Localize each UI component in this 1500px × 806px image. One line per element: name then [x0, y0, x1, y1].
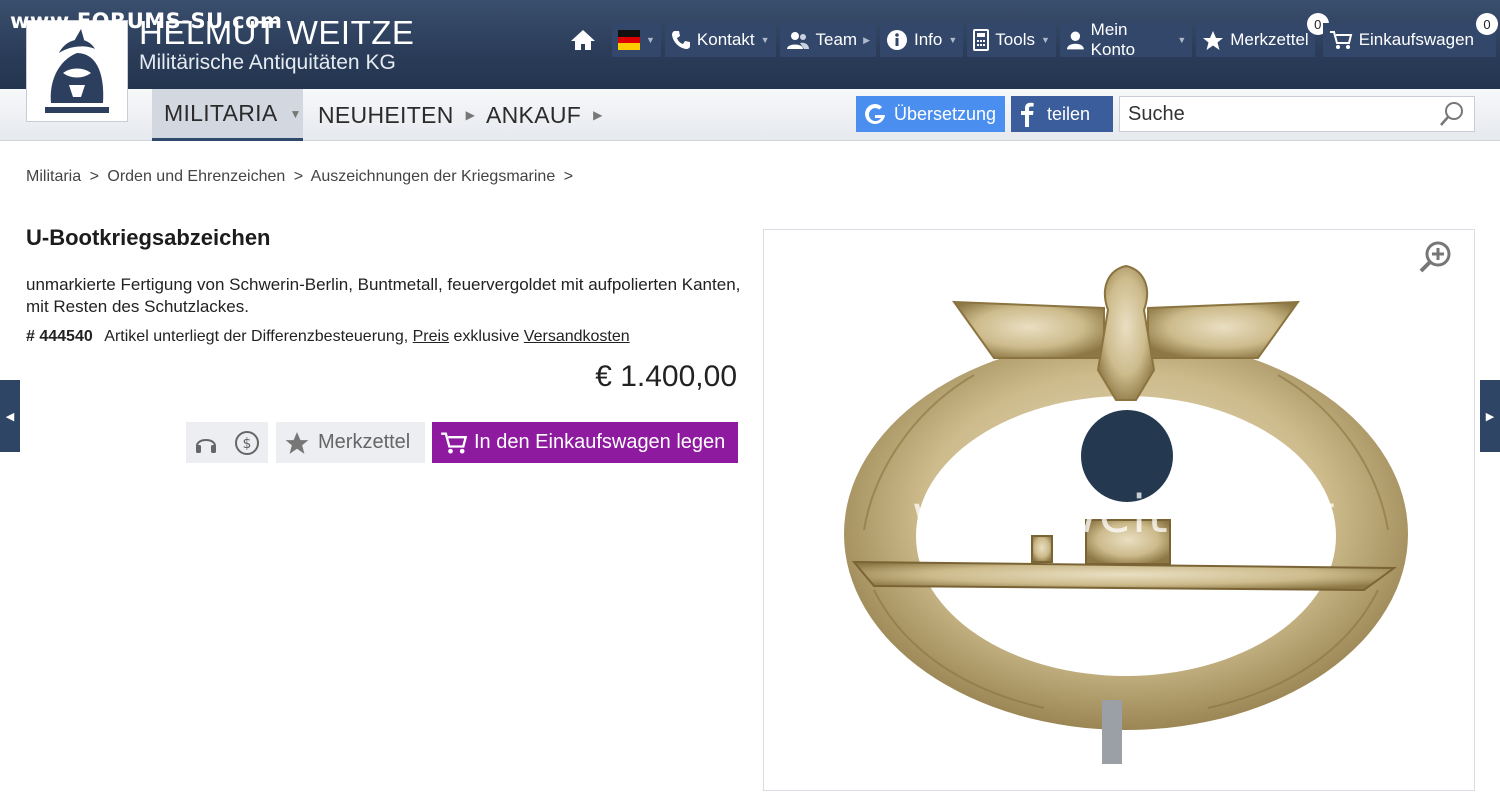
nav-account-label: Mein Konto — [1090, 20, 1136, 59]
home-icon — [571, 30, 595, 50]
search-icon[interactable] — [1438, 100, 1466, 128]
nav-militaria[interactable]: MILITARIA ▼ — [152, 89, 303, 141]
breadcrumb-separator: > — [563, 168, 574, 185]
cart-icon — [1329, 31, 1352, 49]
nav-neuheiten[interactable]: NEUHEITEN ▶ — [318, 89, 475, 141]
exclusive-text: exklusive — [453, 328, 520, 345]
nav-tools-label: Tools — [995, 30, 1035, 49]
product-description: unmarkierte Fertigung von Schwerin-Berli… — [26, 275, 741, 316]
product-title: U-Bootkriegsabzeichen — [26, 225, 271, 250]
nav-contact-label: Kontakt — [696, 30, 755, 49]
info-icon — [887, 30, 907, 50]
breadcrumb-militaria[interactable]: Militaria — [26, 168, 81, 185]
helmet-logo-icon — [29, 23, 125, 119]
nav-wishlist-label: Merkzettel — [1230, 30, 1309, 49]
phone-icon — [671, 31, 690, 49]
cart-count-badge: 0 — [1476, 13, 1498, 35]
brand-subtitle: Militärische Antiquitäten KG — [139, 51, 396, 74]
add-to-cart-button[interactable]: In den Einkaufswagen legen — [432, 422, 738, 463]
price-link[interactable]: Preis — [413, 328, 449, 345]
nav-cart[interactable]: Einkaufswagen 0 — [1322, 13, 1498, 57]
next-product-button[interactable]: ▶ — [1480, 380, 1500, 452]
translate-label: Übersetzung — [894, 103, 997, 124]
chevron-down-icon: ▼ — [948, 35, 958, 45]
chevron-right-icon: ▶ — [465, 108, 476, 122]
search-input[interactable] — [1120, 98, 1438, 130]
chevron-down-icon: ▼ — [760, 35, 770, 45]
google-icon — [865, 104, 885, 124]
breadcrumb-separator: > — [89, 168, 99, 185]
home-button[interactable] — [564, 23, 608, 57]
chevron-down-icon: ▼ — [1177, 35, 1187, 45]
nav-wishlist[interactable]: Merkzettel 0 — [1196, 13, 1329, 57]
headset-icon[interactable] — [194, 432, 218, 454]
chevron-right-icon: ▶ — [593, 108, 603, 122]
nav-tools[interactable]: Tools ▼ — [967, 23, 1056, 57]
team-icon — [786, 32, 809, 49]
star-icon — [1203, 30, 1224, 50]
nav-contact[interactable]: Kontakt ▼ — [664, 23, 776, 57]
chevron-right-icon: ▶ — [863, 34, 870, 45]
main-navigation: MILITARIA ▼ NEUHEITEN ▶ ANKAUF ▶ Überset… — [0, 89, 1500, 141]
chevron-down-icon: ▼ — [646, 35, 655, 45]
image-watermark: www.weitze.net — [912, 485, 1336, 545]
chevron-down-icon: ▼ — [1040, 35, 1050, 45]
previous-product-button[interactable]: ◀ — [0, 380, 20, 452]
breadcrumb-separator: > — [293, 168, 304, 185]
add-to-cart-label: In den Einkaufswagen legen — [474, 431, 726, 453]
translate-button[interactable]: Übersetzung — [856, 96, 1005, 132]
language-selector[interactable]: ▼ — [612, 23, 661, 57]
german-flag-icon — [618, 30, 640, 51]
svg-text:$: $ — [243, 436, 252, 452]
breadcrumb-orden[interactable]: Orden und Ehrenzeichen — [107, 168, 285, 185]
nav-account[interactable]: Mein Konto ▼ — [1059, 20, 1193, 59]
chevron-down-icon: ▼ — [289, 106, 302, 121]
nav-team[interactable]: Team ▶ — [779, 23, 876, 57]
facebook-icon — [1021, 102, 1034, 127]
star-icon — [285, 431, 309, 454]
cart-icon — [441, 432, 468, 453]
share-label: teilen — [1047, 103, 1091, 124]
nav-cart-label: Einkaufswagen — [1358, 30, 1474, 49]
facebook-share-button[interactable]: teilen — [1011, 96, 1113, 132]
top-navigation: ▼ Kontakt ▼ Team ▶ Info ▼ Tools ▼ Mein K… — [564, 13, 1500, 59]
action-icons: $ — [186, 422, 268, 463]
forum-watermark: www.FORUMS-SU.com — [10, 9, 283, 33]
search-box — [1119, 96, 1475, 132]
product-meta: # 444540 Artikel unterliegt der Differen… — [26, 328, 630, 346]
shipping-link[interactable]: Versandkosten — [524, 328, 630, 345]
site-logo[interactable] — [26, 20, 128, 122]
article-number: # 444540 — [26, 328, 93, 345]
breadcrumb-kriegsmarine[interactable]: Auszeichnungen der Kriegsmarine — [311, 168, 556, 185]
nav-team-label: Team — [815, 30, 858, 49]
user-icon — [1066, 31, 1084, 50]
nav-info-label: Info — [914, 30, 943, 49]
price-offer-icon[interactable]: $ — [234, 430, 260, 456]
calculator-icon — [973, 29, 990, 51]
zoom-in-icon[interactable] — [1418, 240, 1452, 274]
nav-militaria-label: MILITARIA — [164, 100, 278, 126]
site-header: www.FORUMS-SU.com HELMUT WEITZE Militäri… — [0, 0, 1500, 122]
chevron-left-icon: ◀ — [5, 410, 15, 423]
nav-ankauf-label: ANKAUF — [486, 101, 582, 128]
nav-neuheiten-label: NEUHEITEN — [318, 101, 454, 128]
nav-ankauf[interactable]: ANKAUF ▶ — [486, 89, 603, 141]
nav-info[interactable]: Info ▼ — [880, 23, 964, 57]
tax-note: Artikel unterliegt der Differenzbesteuer… — [104, 328, 409, 345]
wishlist-button-label: Merkzettel — [318, 431, 411, 453]
chevron-right-icon: ▶ — [1485, 410, 1495, 423]
product-price: € 1.400,00 — [595, 360, 737, 393]
product-image-panel[interactable]: www.weitze.net — [763, 229, 1475, 791]
breadcrumb: Militaria > Orden und Ehrenzeichen > Aus… — [26, 168, 577, 186]
wishlist-button[interactable]: Merkzettel — [276, 422, 425, 463]
